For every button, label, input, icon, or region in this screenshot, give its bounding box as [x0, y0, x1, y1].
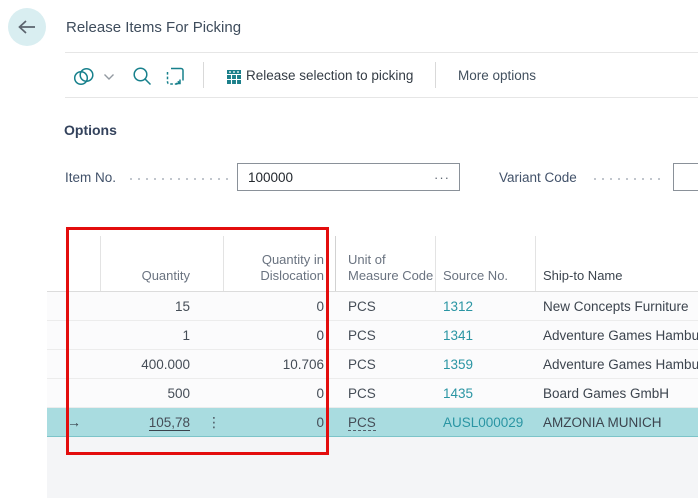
table-row[interactable]: 15 0 PCS 1312 New Concepts Furniture [47, 292, 698, 321]
item-no-label: Item No. [65, 170, 116, 185]
search-button[interactable] [131, 65, 153, 87]
release-to-picking-icon [226, 69, 242, 85]
cell-quantity[interactable]: 400.000 [100, 357, 223, 372]
chevron-down-icon [103, 73, 115, 81]
search-icon [131, 65, 153, 87]
column-separator [100, 236, 101, 291]
source-no-link[interactable]: 1359 [443, 357, 473, 372]
source-no-link[interactable]: 1341 [443, 328, 473, 343]
table-header-row: Quantity Quantity in Dislocation Unit of… [47, 228, 698, 292]
views-icon [72, 66, 100, 88]
item-no-field[interactable]: 100000 ··· [237, 163, 460, 191]
cell-quantity[interactable]: 15 [100, 299, 223, 314]
divider [65, 52, 698, 53]
selected-row-arrow-icon: → [47, 414, 100, 430]
cell-context-menu-icon[interactable]: ⋮ [207, 412, 221, 432]
column-separator [435, 236, 436, 291]
items-table: Quantity Quantity in Dislocation Unit of… [47, 228, 698, 498]
arrow-left-icon [16, 16, 38, 38]
header-indicator [47, 284, 100, 291]
back-button[interactable] [8, 8, 46, 46]
cell-ship-to[interactable]: New Concepts Furniture [535, 299, 698, 314]
cell-quantity[interactable]: 1 [100, 328, 223, 343]
column-separator [335, 236, 336, 291]
edit-list-button[interactable] [165, 66, 186, 87]
cell-unit[interactable]: PCS [348, 415, 376, 431]
page-title: Release Items For Picking [66, 19, 241, 36]
column-separator [535, 236, 536, 291]
table-row[interactable]: 400.000 10.706 PCS 1359 Adventure Games … [47, 350, 698, 379]
source-no-link[interactable]: 1312 [443, 299, 473, 314]
cell-unit[interactable]: PCS [335, 386, 435, 401]
cell-ship-to[interactable]: Board Games GmbH [535, 386, 698, 401]
column-separator [223, 236, 224, 291]
toolbar-separator [435, 62, 436, 88]
divider [65, 97, 698, 98]
cell-ship-to[interactable]: AMZONIA MUNICH [535, 415, 698, 430]
variant-code-field[interactable] [673, 163, 698, 191]
cell-ship-to[interactable]: Adventure Games Hamburg [535, 328, 698, 343]
toolbar-separator [203, 62, 204, 88]
header-quantity[interactable]: Quantity [100, 268, 223, 291]
more-options-button[interactable]: More options [458, 68, 536, 83]
cell-quantity[interactable]: 500 [100, 386, 223, 401]
cell-unit[interactable]: PCS [335, 328, 435, 343]
header-unit-of-measure[interactable]: Unit of Measure Code [335, 252, 435, 291]
edit-list-icon [165, 66, 186, 87]
dotted-leader [591, 178, 664, 180]
release-selection-button[interactable]: Release selection to picking [246, 68, 413, 83]
cell-quantity-editing[interactable]: 105,78 [149, 415, 190, 431]
cell-unit[interactable]: PCS [335, 357, 435, 372]
table-row-selected[interactable]: → 105,78 ⋮ 0 PCS AUSL000029 AMZONIA MUNI… [47, 408, 698, 437]
views-button[interactable] [72, 66, 115, 88]
cell-ship-to[interactable]: Adventure Games Hamburg [535, 357, 698, 372]
header-quantity-in-dislocation[interactable]: Quantity in Dislocation [223, 252, 335, 291]
variant-code-label: Variant Code [499, 170, 577, 185]
source-no-link[interactable]: 1435 [443, 386, 473, 401]
assist-edit-button[interactable]: ··· [434, 170, 459, 185]
item-no-value[interactable]: 100000 [238, 170, 434, 185]
table-row[interactable]: 500 0 PCS 1435 Board Games GmbH [47, 379, 698, 408]
options-section-title: Options [64, 122, 117, 138]
dotted-leader [127, 178, 230, 180]
cell-dislocation[interactable]: 0 [223, 299, 335, 314]
header-source-no[interactable]: Source No. [435, 268, 535, 291]
table-row[interactable]: 1 0 PCS 1341 Adventure Games Hamburg [47, 321, 698, 350]
cell-unit[interactable]: PCS [335, 299, 435, 314]
cell-dislocation[interactable]: 10.706 [223, 357, 335, 372]
cell-dislocation[interactable]: 0 [223, 328, 335, 343]
source-no-link[interactable]: AUSL000029 [443, 415, 523, 430]
header-ship-to-name[interactable]: Ship-to Name [535, 268, 698, 291]
cell-dislocation[interactable]: 0 [223, 386, 335, 401]
cell-dislocation[interactable]: 0 [223, 415, 335, 430]
grid-empty-area [47, 437, 698, 498]
